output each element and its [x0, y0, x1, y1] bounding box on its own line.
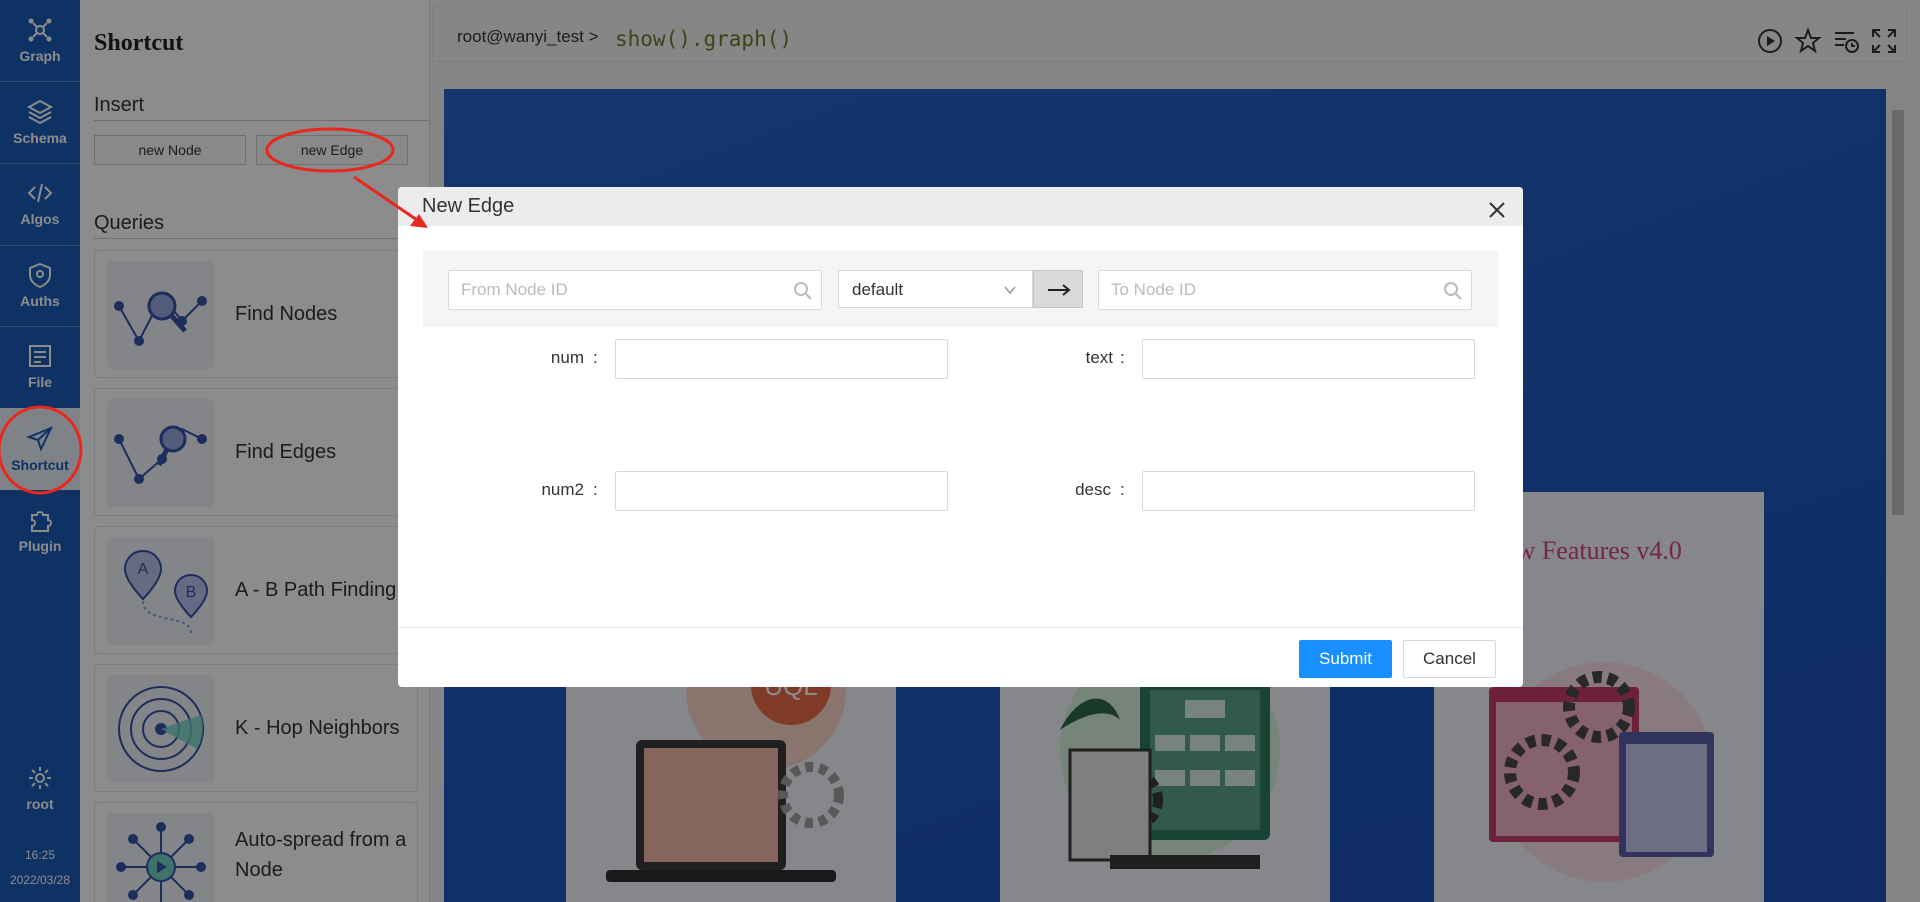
close-icon[interactable]	[1488, 201, 1506, 219]
dialog-header: New Edge	[398, 187, 1523, 226]
from-node-input[interactable]	[449, 271, 821, 309]
num-input[interactable]	[616, 340, 947, 378]
cancel-button[interactable]: Cancel	[1403, 640, 1496, 678]
arrow-right-icon	[1048, 284, 1071, 296]
search-icon[interactable]	[793, 281, 813, 301]
text-input[interactable]	[1143, 340, 1474, 378]
field-label-text: text	[1085, 348, 1113, 367]
dialog-footer-divider	[398, 627, 1523, 628]
new-edge-dialog: New Edge default num : text : num2 : des…	[398, 187, 1523, 687]
dialog-title: New Edge	[422, 195, 515, 217]
num2-field[interactable]	[615, 471, 948, 511]
chevron-down-icon	[1004, 286, 1016, 295]
desc-field[interactable]	[1142, 471, 1475, 511]
schema-value: default	[852, 280, 904, 299]
from-node-field[interactable]	[448, 270, 822, 310]
search-icon[interactable]	[1443, 281, 1463, 301]
field-colon: :	[1120, 348, 1125, 367]
desc-input[interactable]	[1143, 472, 1474, 510]
submit-button[interactable]: Submit	[1299, 640, 1392, 678]
edge-schema-select[interactable]: default	[838, 270, 1033, 308]
to-node-input[interactable]	[1099, 271, 1471, 309]
field-label-num: num	[550, 348, 584, 367]
text-field[interactable]	[1142, 339, 1475, 379]
num2-input[interactable]	[616, 472, 947, 510]
field-colon: :	[1120, 480, 1125, 499]
field-colon: :	[593, 480, 598, 499]
direction-toggle-button[interactable]	[1033, 270, 1083, 308]
to-node-field[interactable]	[1098, 270, 1472, 310]
field-colon: :	[593, 348, 598, 367]
field-label-num2: num2	[541, 480, 584, 499]
field-label-desc: desc	[1075, 480, 1111, 499]
num-field[interactable]	[615, 339, 948, 379]
